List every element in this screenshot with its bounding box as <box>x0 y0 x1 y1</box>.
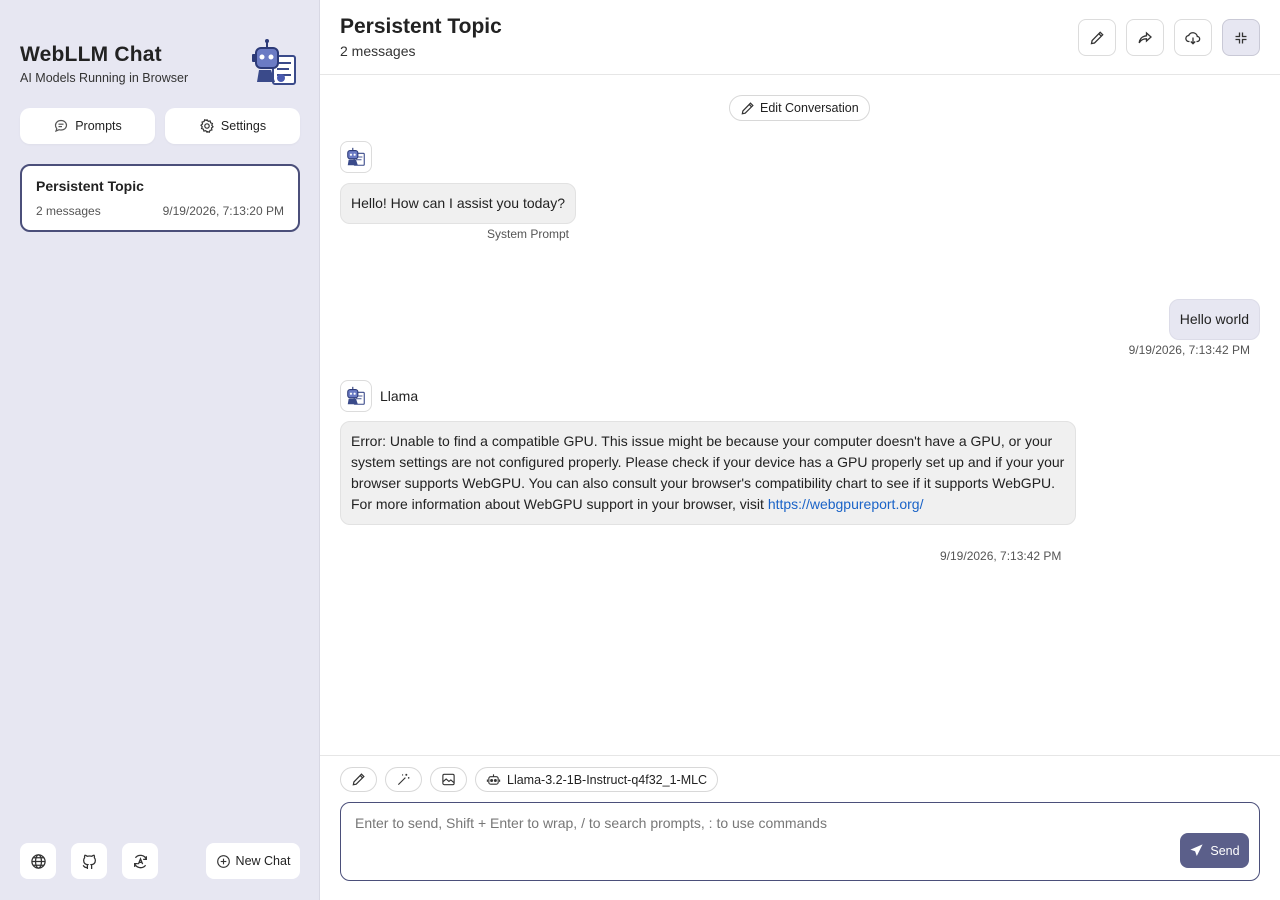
message-text: Hello world <box>1179 311 1249 327</box>
message-input[interactable] <box>341 803 1259 880</box>
globe-icon[interactable] <box>20 843 56 879</box>
message-timestamp: 9/19/2026, 7:13:42 PM <box>1128 343 1250 357</box>
send-label: Send <box>1210 843 1240 858</box>
plus-circle-icon <box>216 854 230 868</box>
chat-main: Persistent Topic 2 messages Edit Convers… <box>320 0 1280 900</box>
pencil-icon <box>352 773 365 786</box>
sidebar-actions: Prompts Settings <box>20 108 300 144</box>
edit-conversation-label: Edit Conversation <box>760 101 859 115</box>
share-button[interactable] <box>1126 19 1164 56</box>
image-button[interactable] <box>430 767 467 792</box>
send-button[interactable]: Send <box>1180 833 1249 868</box>
settings-button[interactable]: Settings <box>165 108 300 144</box>
share-icon <box>1138 31 1152 43</box>
robot-icon <box>486 774 501 785</box>
model-selector[interactable]: Llama-3.2-1B-Instruct-q4f32_1-MLC <box>475 767 719 792</box>
template-button[interactable] <box>340 767 377 792</box>
edit-icon <box>1090 30 1104 44</box>
message-text: Error: Unable to find a compatible GPU. … <box>351 433 1065 512</box>
chat-item-time: 9/19/2026, 7:13:20 PM <box>162 204 284 218</box>
message-bubble-assistant: Error: Unable to find a compatible GPU. … <box>340 421 1076 525</box>
bot-avatar-icon <box>340 380 372 412</box>
message-timestamp: 9/19/2026, 7:13:42 PM <box>940 549 1062 563</box>
download-button[interactable] <box>1174 19 1212 56</box>
message-bubble-assistant: Hello! How can I assist you today? <box>340 183 576 224</box>
chat-header: Persistent Topic 2 messages <box>320 0 1280 75</box>
chat-item-meta: 2 messages 9/19/2026, 7:13:20 PM <box>36 204 284 218</box>
app: WebLLM Chat AI Models Running in Browser <box>0 0 1280 900</box>
prompts-label: Prompts <box>75 119 122 133</box>
download-icon <box>1185 31 1201 45</box>
settings-label: Settings <box>220 119 267 133</box>
chat-bubble-icon <box>55 119 68 133</box>
model-icon[interactable] <box>122 843 158 879</box>
webgpu-report-link[interactable]: https://webgpureport.org/ <box>768 496 924 512</box>
message-bubble-user: Hello world <box>1168 299 1260 340</box>
chat-item-count: 2 messages <box>36 204 101 218</box>
new-chat-label: New Chat <box>235 854 291 868</box>
magic-button[interactable] <box>385 767 422 792</box>
sidebar: WebLLM Chat AI Models Running in Browser <box>0 0 320 900</box>
header-actions <box>1078 19 1260 56</box>
send-icon <box>1190 844 1203 856</box>
github-icon[interactable] <box>71 843 107 879</box>
bot-avatar-icon <box>340 141 372 173</box>
message-text: Hello! How can I assist you today? <box>351 195 565 211</box>
system-prompt-label: System Prompt <box>487 227 570 241</box>
prompts-button[interactable]: Prompts <box>20 108 155 144</box>
edit-conversation-button[interactable]: Edit Conversation <box>729 95 870 121</box>
robot-icon <box>251 38 299 88</box>
message-list: Edit Conversation Hello! How can I assis… <box>320 75 1280 755</box>
collapse-icon <box>1235 32 1247 43</box>
composer: Llama-3.2-1B-Instruct-q4f32_1-MLC Send <box>320 755 1280 900</box>
chat-list-item[interactable]: Persistent Topic 2 messages 9/19/2026, 7… <box>20 164 300 232</box>
message-sender: Llama <box>380 388 419 404</box>
model-name: Llama-3.2-1B-Instruct-q4f32_1-MLC <box>507 772 708 787</box>
pencil-icon <box>741 101 754 115</box>
magic-wand-icon <box>397 773 410 786</box>
image-icon <box>442 773 455 786</box>
sidebar-footer: New Chat <box>20 843 300 879</box>
collapse-button[interactable] <box>1222 19 1260 56</box>
gear-icon <box>200 118 214 134</box>
composer-tools: Llama-3.2-1B-Instruct-q4f32_1-MLC <box>340 767 719 792</box>
new-chat-button[interactable]: New Chat <box>206 843 300 879</box>
edit-title-button[interactable] <box>1078 19 1116 56</box>
app-title: WebLLM Chat <box>20 43 162 66</box>
message-input-box: Send <box>340 802 1260 881</box>
app-subtitle: AI Models Running in Browser <box>20 71 189 85</box>
chat-item-title: Persistent Topic <box>36 178 144 194</box>
brand: WebLLM Chat AI Models Running in Browser <box>20 43 188 85</box>
